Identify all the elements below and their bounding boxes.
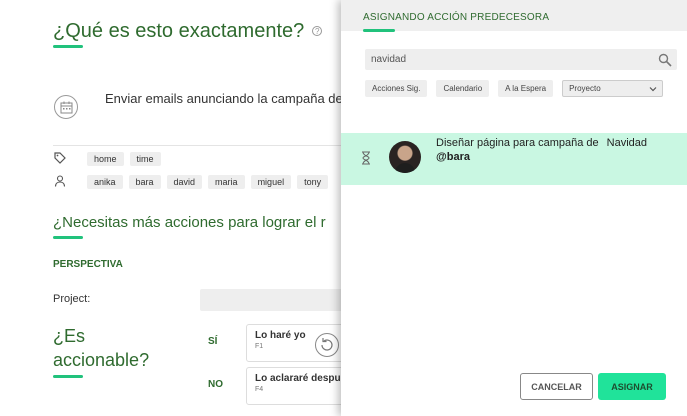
section-underline (53, 236, 83, 239)
perspective-label: PERSPECTIVA (53, 259, 123, 270)
page-title: ¿Qué es esto exactamente?? (53, 20, 323, 43)
search-icon[interactable] (658, 53, 672, 67)
result-title-text: Diseñar página para campaña de (436, 137, 599, 149)
project-label: Project: (53, 293, 91, 305)
chevron-down-icon (649, 87, 657, 92)
tag-chip[interactable]: time (129, 152, 161, 166)
tag-chip[interactable]: home (87, 152, 124, 166)
assign-button[interactable]: ASIGNAR (598, 373, 666, 400)
yes-label: SÍ (208, 336, 218, 347)
tag-icon (54, 152, 66, 164)
actionable-title-line: accionable? (53, 350, 150, 370)
refresh-icon (315, 333, 339, 357)
panel-title: ASIGNANDO ACCIÓN PREDECESORA (363, 12, 550, 23)
tag-list: home time (87, 152, 161, 166)
cancel-button[interactable]: CANCELAR (520, 373, 593, 400)
hourglass-icon (362, 151, 370, 165)
result-title: Diseñar página para campaña de Navidad (436, 137, 647, 149)
project-select-value: Proyecto (569, 84, 601, 93)
actionable-underline (53, 375, 83, 378)
panel-header: ASIGNANDO ACCIÓN PREDECESORA (341, 0, 687, 32)
no-label: NO (208, 379, 223, 390)
option-clarify-later[interactable]: Lo aclararé despu F4 (246, 367, 345, 405)
section-title: ¿Necesitas más acciones para lograr el r (53, 214, 326, 231)
option-title: Lo aclararé despu (255, 373, 341, 384)
actionable-title-line: ¿Es (53, 326, 86, 346)
panel-title-underline (363, 29, 395, 32)
task-description: Enviar emails anunciando la campaña de (105, 91, 343, 106)
help-icon[interactable]: ? (312, 26, 323, 36)
filter-next-actions[interactable]: Acciones Sig. (365, 80, 428, 97)
avatar (389, 141, 421, 173)
user-chip[interactable]: anika (87, 175, 123, 189)
option-do-it-myself[interactable]: Lo haré yo F1 (246, 324, 345, 362)
user-chip[interactable]: tony (297, 175, 329, 189)
calendar-icon[interactable] (54, 95, 78, 119)
user-chip[interactable]: david (166, 175, 203, 189)
user-icon (54, 175, 66, 187)
actionable-title: ¿Es accionable? (53, 324, 149, 372)
background-page: ¿Qué es esto exactamente?? Enviar emails… (0, 0, 345, 416)
result-user: @bara (436, 151, 470, 163)
user-chip[interactable]: miguel (250, 175, 292, 189)
result-row[interactable]: Diseñar página para campaña de Navidad @b… (341, 133, 687, 185)
divider (53, 145, 345, 146)
filter-waiting[interactable]: A la Espera (498, 80, 554, 97)
search-input[interactable] (365, 49, 677, 70)
user-chip[interactable]: bara (128, 175, 161, 189)
user-chip[interactable]: maria (208, 175, 245, 189)
assign-predecessor-panel: ASIGNANDO ACCIÓN PREDECESORA Acciones Si… (341, 0, 687, 416)
user-list: anika bara david maria miguel tony (87, 175, 329, 189)
project-select[interactable]: Proyecto (562, 80, 664, 97)
filter-bar: Acciones Sig. Calendario A la Espera Pro… (365, 80, 664, 97)
filter-calendar[interactable]: Calendario (436, 80, 490, 97)
option-shortcut: F4 (255, 386, 264, 393)
project-field[interactable] (200, 289, 345, 311)
page-title-text: ¿Qué es esto exactamente? (53, 20, 305, 42)
result-title-suffix: Navidad (606, 137, 648, 149)
title-underline (53, 45, 83, 48)
